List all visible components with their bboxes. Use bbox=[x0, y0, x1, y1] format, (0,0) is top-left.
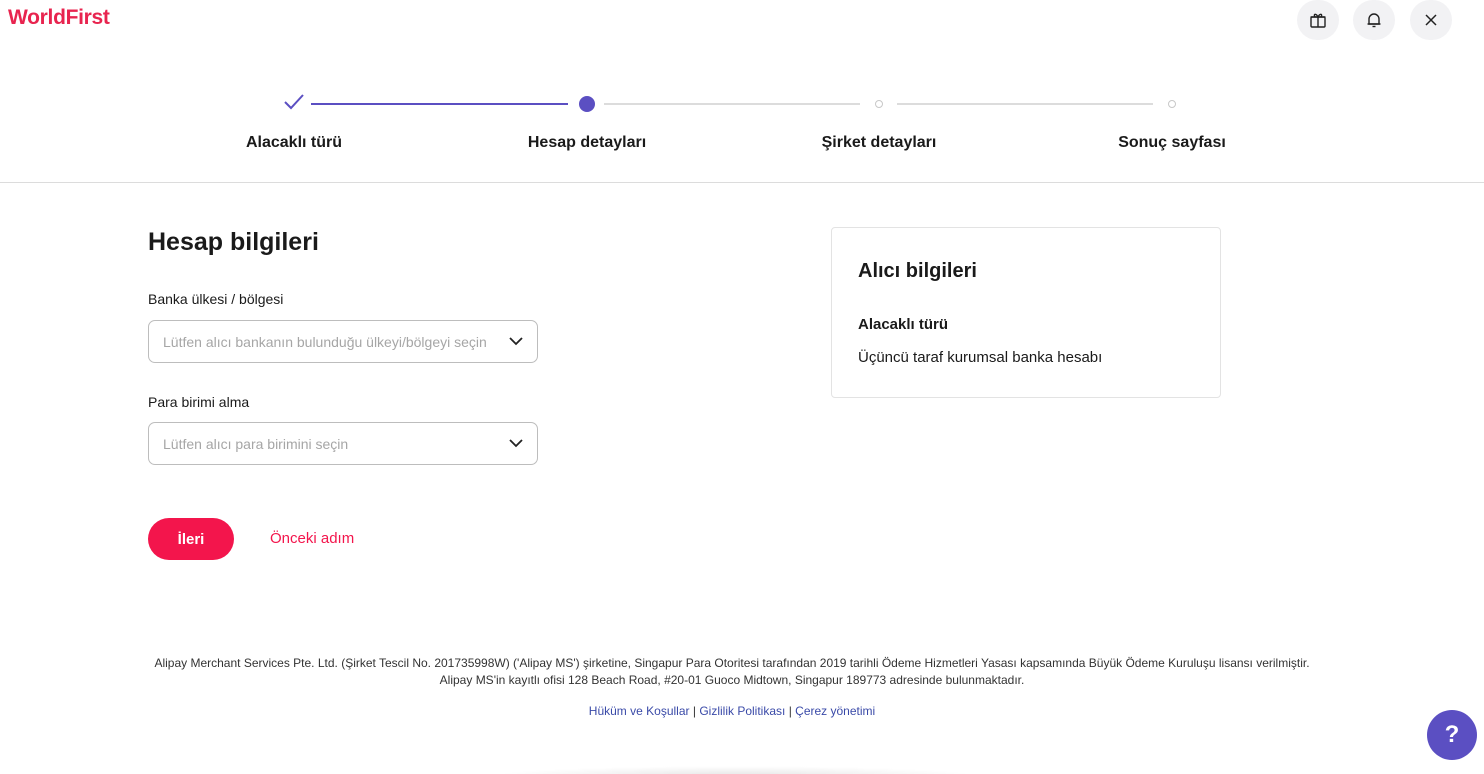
step-label-result: Sonuç sayfası bbox=[1118, 134, 1226, 151]
bank-country-label: Banka ülkesi / bölgesi bbox=[148, 291, 284, 307]
account-form: Hesap bilgileri Banka ülkesi / bölgesi L… bbox=[148, 228, 548, 560]
current-step-dot bbox=[579, 96, 595, 112]
chevron-down-icon bbox=[509, 435, 523, 453]
legal-line-1: Alipay Merchant Services Pte. Ltd. (Şirk… bbox=[154, 656, 1310, 670]
bank-country-placeholder: Lütfen alıcı bankanın bulunduğu ülkeyi/b… bbox=[163, 333, 487, 350]
card-value: Üçüncü taraf kurumsal banka hesabı bbox=[858, 349, 1103, 366]
gift-button[interactable] bbox=[1297, 0, 1339, 40]
bottom-shadow bbox=[490, 766, 980, 774]
header-divider bbox=[0, 182, 1484, 183]
top-header: WorldFirst bbox=[0, 0, 1484, 40]
link-separator: | bbox=[692, 704, 696, 718]
footer-links: Hüküm ve Koşullar | Gizlilik Politikası … bbox=[0, 704, 1464, 718]
close-icon bbox=[1424, 13, 1438, 27]
worldfirst-logo[interactable]: WorldFirst bbox=[8, 6, 110, 30]
currency-placeholder: Lütfen alıcı para birimini seçin bbox=[163, 435, 349, 452]
link-separator: | bbox=[788, 704, 792, 718]
legal-line-2: Alipay MS'in kayıtlı ofisi 128 Beach Roa… bbox=[439, 673, 1025, 687]
next-button[interactable]: İleri bbox=[148, 518, 234, 560]
card-subtitle: Alacaklı türü bbox=[858, 316, 949, 333]
help-button[interactable]: ? bbox=[1427, 710, 1477, 760]
progress-stepper: Alacaklı türü Hesap detayları Şirket det… bbox=[0, 80, 1484, 180]
bank-country-select[interactable]: Lütfen alıcı bankanın bulunduğu ülkeyi/b… bbox=[148, 320, 538, 363]
cookie-management-link[interactable]: Çerez yönetimi bbox=[795, 704, 875, 718]
privacy-link[interactable]: Gizlilik Politikası bbox=[699, 704, 785, 718]
chevron-down-icon bbox=[509, 333, 523, 351]
step-connector-completed bbox=[311, 103, 568, 105]
upcoming-step-dot bbox=[875, 100, 883, 108]
step-connector bbox=[604, 103, 860, 105]
currency-label: Para birimi alma bbox=[148, 394, 250, 410]
step-label-recipient-type: Alacaklı türü bbox=[245, 134, 343, 151]
bell-icon bbox=[1365, 11, 1383, 29]
form-title: Hesap bilgileri bbox=[148, 228, 319, 256]
notifications-button[interactable] bbox=[1353, 0, 1395, 40]
legal-notice: Alipay Merchant Services Pte. Ltd. (Şirk… bbox=[40, 655, 1424, 689]
upcoming-step-dot bbox=[1168, 100, 1176, 108]
step-label-company-details: Şirket detayları bbox=[821, 134, 937, 151]
step-label-account-details: Hesap detayları bbox=[527, 134, 647, 151]
checkmark-icon bbox=[282, 92, 306, 117]
terms-link[interactable]: Hüküm ve Koşullar bbox=[589, 704, 690, 718]
gift-icon bbox=[1309, 11, 1327, 29]
card-title: Alıcı bilgileri bbox=[858, 260, 977, 282]
previous-step-link[interactable]: Önceki adım bbox=[270, 530, 354, 547]
recipient-info-card: Alıcı bilgileri Alacaklı türü Üçüncü tar… bbox=[831, 227, 1221, 398]
close-button[interactable] bbox=[1410, 0, 1452, 40]
question-mark-icon: ? bbox=[1444, 721, 1460, 748]
step-connector bbox=[897, 103, 1153, 105]
currency-select[interactable]: Lütfen alıcı para birimini seçin bbox=[148, 422, 538, 465]
